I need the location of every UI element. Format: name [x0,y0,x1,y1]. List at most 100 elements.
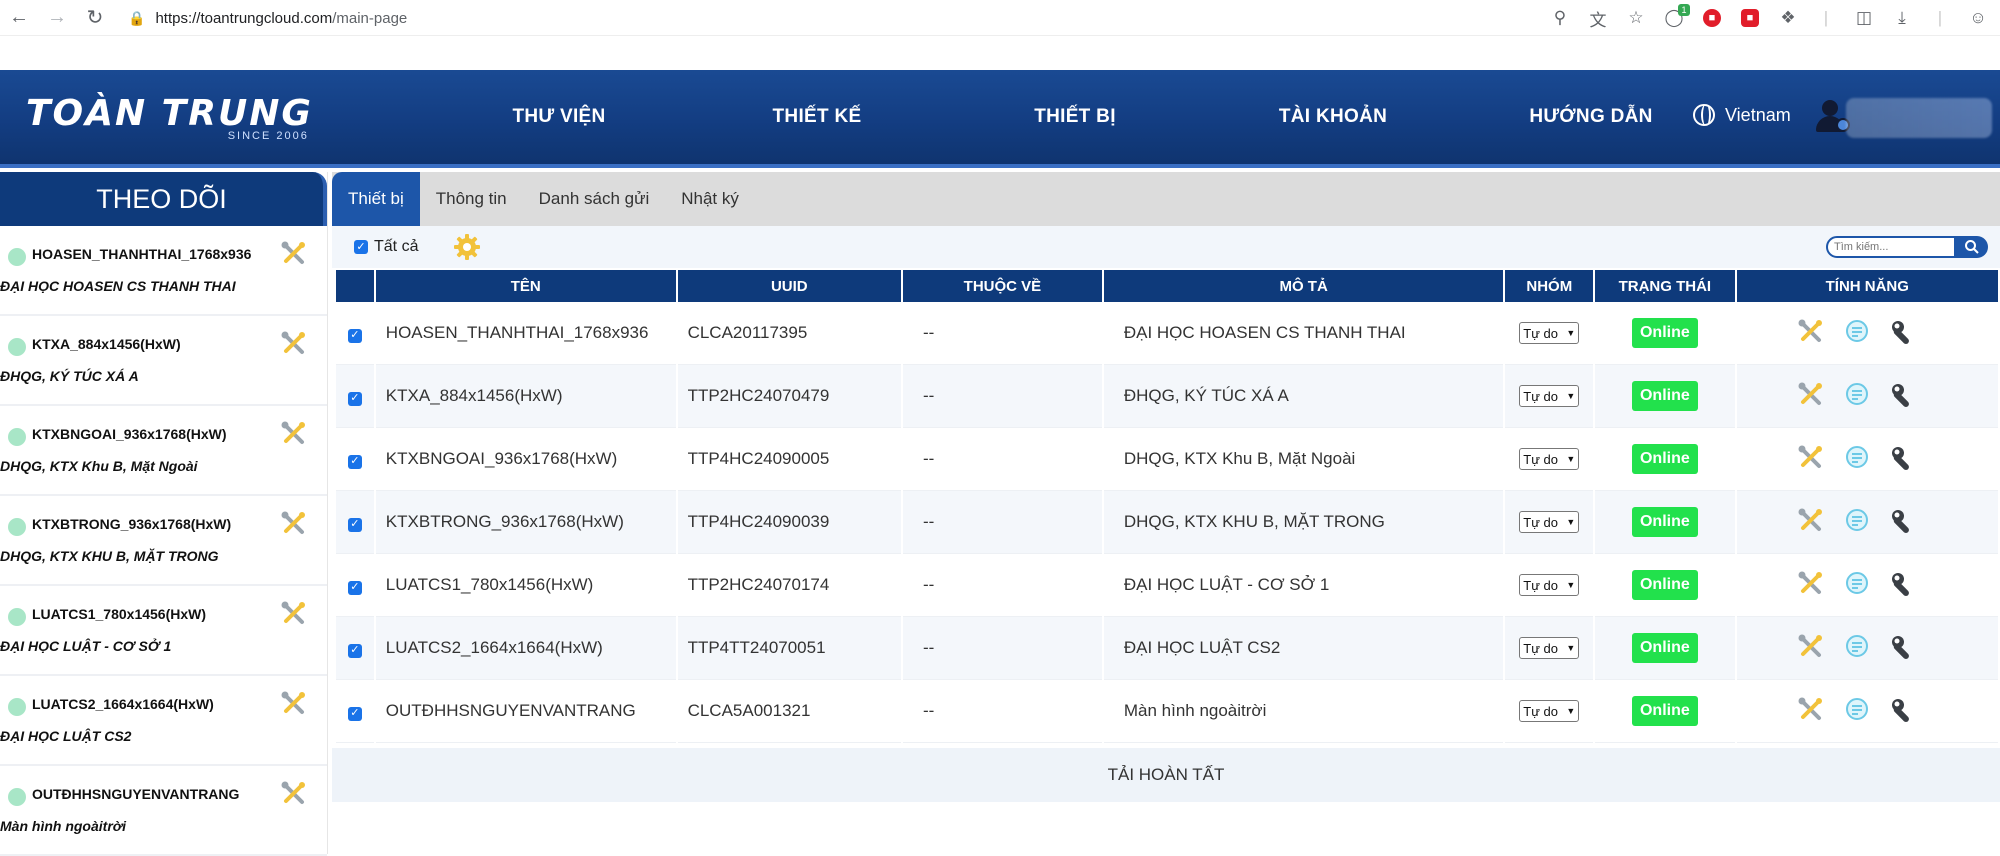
tools-icon[interactable] [1797,696,1827,726]
tools-icon[interactable] [280,240,308,268]
group-select[interactable]: Tự do ▼ [1519,511,1580,533]
header-uuid[interactable]: UUID [677,270,901,302]
message-icon[interactable] [1843,381,1873,411]
nav-guide[interactable]: HƯỚNG DẪN [1462,106,1720,128]
wrench-icon[interactable] [1889,507,1919,537]
translate-icon[interactable]: 文 [1586,6,1610,30]
row-checkbox[interactable]: ✓ [347,643,362,658]
group-select[interactable]: Tự do ▼ [1519,385,1580,407]
tools-icon[interactable] [1797,570,1827,600]
row-checkbox[interactable]: ✓ [347,706,362,721]
search-icon[interactable] [1956,236,1988,258]
header-belongs-to[interactable]: THUỘC VỀ [903,270,1102,302]
tab-log[interactable]: Nhật ký [665,172,755,226]
sidebar-device-item[interactable]: KTXBTRONG_936x1768(HxW) DHQG, KTX KHU B, … [0,496,327,586]
sidebar-device-item[interactable]: OUTĐHHSNGUYENVANTRANG Màn hình ngoàitrời [0,766,327,856]
tools-icon[interactable] [280,510,308,538]
tools-icon[interactable] [280,690,308,718]
cell-group: Tự do ▼ [1505,554,1594,617]
key-icon[interactable]: ⚲ [1548,6,1572,30]
tools-icon[interactable] [280,330,308,358]
cell-group: Tự do ▼ [1505,302,1594,365]
search-input[interactable] [1826,236,1956,258]
message-icon[interactable] [1843,318,1873,348]
group-select[interactable]: Tự do ▼ [1519,322,1580,344]
header-group[interactable]: NHÓM [1505,270,1594,302]
nav-library[interactable]: THƯ VIỆN [430,106,688,128]
row-checkbox[interactable]: ✓ [347,517,362,532]
tools-icon[interactable] [1797,633,1827,663]
select-all-checkbox[interactable]: ✓ [354,240,368,254]
reload-icon[interactable]: ↻ [76,0,114,36]
row-checkbox[interactable]: ✓ [347,580,362,595]
gear-icon[interactable] [452,232,482,262]
tools-icon[interactable] [280,600,308,628]
tools-icon[interactable] [1797,381,1827,411]
tools-icon[interactable] [280,420,308,448]
status-dot [8,698,26,716]
tools-icon[interactable] [1797,444,1827,474]
download-icon[interactable]: ⤓ [1890,6,1914,30]
wrench-icon[interactable] [1889,633,1919,663]
row-checkbox[interactable]: ✓ [347,328,362,343]
tab-send-list[interactable]: Danh sách gửi [523,172,666,226]
header-name[interactable]: TÊN [375,270,676,302]
address-bar[interactable]: 🔒 https://toantrungcloud.com/main-page [128,4,407,32]
message-icon[interactable] [1843,570,1873,600]
row-checkbox[interactable]: ✓ [347,391,362,406]
header-description[interactable]: MÔ TẢ [1103,270,1504,302]
message-icon[interactable] [1843,696,1873,726]
cell-name: LUATCS1_780x1456(HxW) [375,554,676,617]
message-icon[interactable] [1843,444,1873,474]
brand-logo[interactable]: TOÀN TRUNG SINCE 2006 [26,96,313,143]
cell-belongs-to: -- [903,680,1102,743]
cell-status: Online [1595,680,1735,743]
profile-icon[interactable]: ☺ [1966,6,1990,30]
group-select[interactable]: Tự do ▼ [1519,700,1580,722]
row-checkbox[interactable]: ✓ [347,454,362,469]
group-select[interactable]: Tự do ▼ [1519,574,1580,596]
red-extension-icon[interactable]: ■ [1738,6,1762,30]
tools-icon[interactable] [1797,318,1827,348]
shield-extension-icon[interactable]: ◯ 1 [1662,4,1690,30]
header-status[interactable]: TRẠNG THÁI [1595,270,1735,302]
nav-account[interactable]: TÀI KHOẢN [1204,106,1462,128]
puzzle-icon[interactable]: ❖ [1776,6,1800,30]
group-select[interactable]: Tự do ▼ [1519,637,1580,659]
tools-icon[interactable] [1797,507,1827,537]
cell-features [1736,302,1998,365]
split-view-icon[interactable]: ◫ [1852,6,1876,30]
wrench-icon[interactable] [1889,696,1919,726]
sidebar-device-item[interactable]: LUATCS1_780x1456(HxW) ĐẠI HỌC LUẬT - CƠ S… [0,586,327,676]
tab-info[interactable]: Thông tin [420,172,523,226]
language-selector[interactable]: Vietnam [1693,104,1791,126]
sidebar-device-item[interactable]: KTXBNGOAI_936x1768(HxW) DHQG, KTX Khu B, … [0,406,327,496]
wrench-icon[interactable] [1889,381,1919,411]
star-icon[interactable]: ☆ [1624,6,1648,30]
wrench-icon[interactable] [1889,570,1919,600]
sidebar-device-desc: Màn hình ngoàitrời [0,818,127,834]
forward-arrow-icon[interactable]: → [38,0,76,36]
select-all[interactable]: ✓ Tất cả [354,238,418,256]
cell-description: Màn hình ngoàitrời [1103,680,1504,743]
message-icon[interactable] [1843,507,1873,537]
nav-devices[interactable]: THIẾT BỊ [946,106,1204,128]
nav-design[interactable]: THIẾT KẾ [688,106,946,128]
tab-devices[interactable]: Thiết bị [332,172,420,226]
user-name-blurred[interactable] [1846,98,1992,138]
message-icon[interactable] [1843,633,1873,663]
group-select[interactable]: Tự do ▼ [1519,448,1580,470]
cell-description: ĐẠI HỌC LUẬT - CƠ SỞ 1 [1103,554,1504,617]
group-select-value: Tự do [1523,640,1558,656]
separator-icon: | [1823,8,1829,27]
sidebar-device-desc: ĐẠI HỌC LUẬT - CƠ SỞ 1 [0,638,172,654]
adblock-icon[interactable]: ■ [1700,6,1724,30]
browser-toolbar: ← → ↻ 🔒 https://toantrungcloud.com/main-… [0,0,2000,36]
wrench-icon[interactable] [1889,318,1919,348]
sidebar-device-item[interactable]: HOASEN_THANHTHAI_1768x936 ĐẠI HỌC HOASEN … [0,226,327,316]
tools-icon[interactable] [280,780,308,808]
wrench-icon[interactable] [1889,444,1919,474]
back-arrow-icon[interactable]: ← [0,0,38,36]
sidebar-device-item[interactable]: KTXA_884x1456(HxW) ĐHQG, KÝ TÚC XÁ A [0,316,327,406]
sidebar-device-item[interactable]: LUATCS2_1664x1664(HxW) ĐẠI HỌC LUẬT CS2 [0,676,327,766]
